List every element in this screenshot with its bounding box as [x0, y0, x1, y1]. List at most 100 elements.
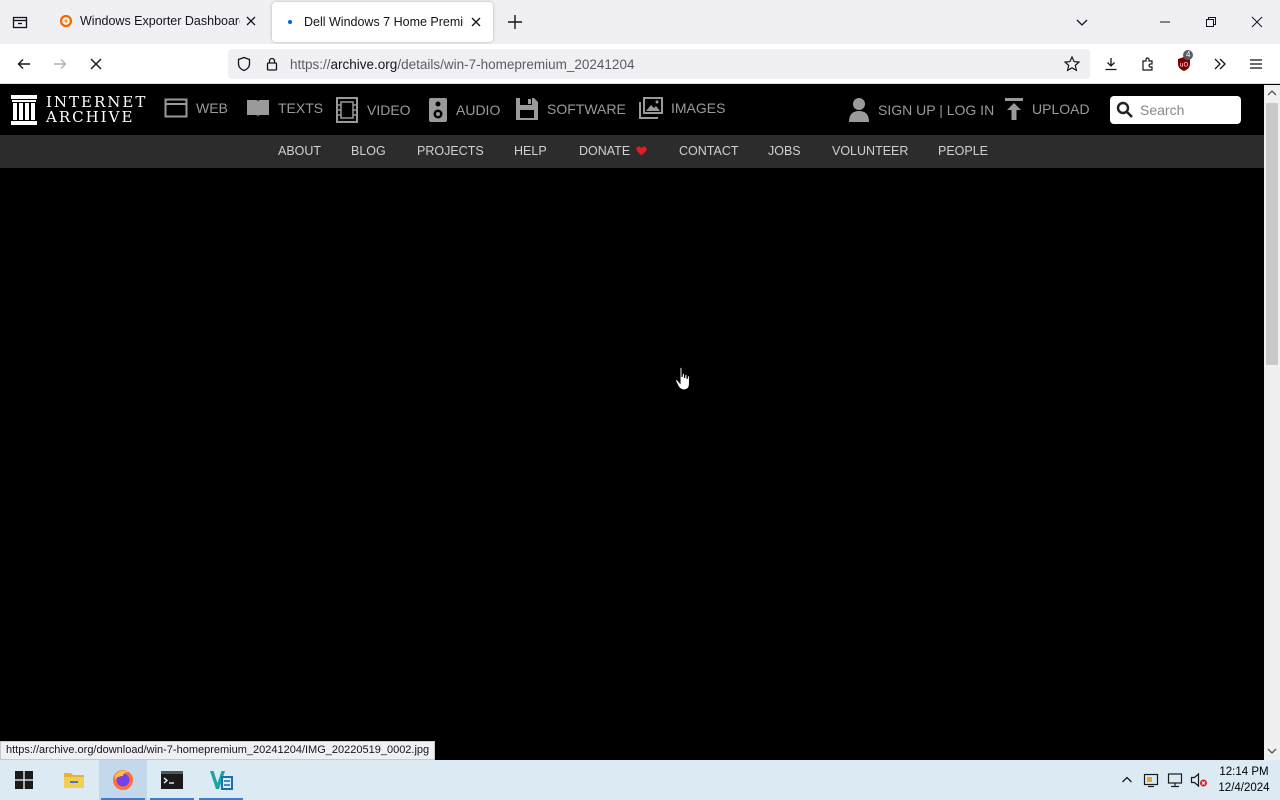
search-box[interactable] — [1110, 96, 1241, 124]
floppy-disk-icon — [516, 98, 538, 120]
back-arrow-icon — [17, 59, 30, 69]
scroll-down-arrow-icon[interactable] — [1267, 746, 1277, 756]
nav-volunteer[interactable]: VOLUNTEER — [832, 144, 908, 158]
volume-muted-icon — [1190, 772, 1207, 788]
more-tools-button[interactable] — [1208, 52, 1232, 76]
url-scheme: https:// — [290, 57, 331, 72]
scroll-up-arrow-icon[interactable] — [1267, 88, 1277, 98]
stop-icon — [90, 58, 102, 70]
forward-button[interactable] — [48, 52, 72, 76]
extensions-button[interactable] — [1136, 52, 1160, 76]
browser-tab-strip: Windows Exporter Dashboard 2 Dell Window… — [0, 0, 1280, 44]
sign-up-log-in-label: SIGN UP | LOG IN — [878, 102, 995, 118]
grafana-icon — [58, 13, 74, 29]
show-hidden-icons-button[interactable] — [1117, 770, 1137, 790]
address-bar[interactable]: https://archive.org/details/win-7-homepr… — [228, 49, 1090, 79]
file-explorer-icon — [64, 773, 84, 788]
nav-video-label: VIDEO — [367, 102, 411, 118]
lock-icon[interactable] — [264, 56, 280, 72]
media-viewer-area[interactable] — [0, 168, 1264, 760]
scrollbar-thumb[interactable] — [1266, 103, 1278, 365]
taskbar-terminal[interactable] — [148, 760, 196, 800]
nav-donate-label: DONATE — [579, 144, 631, 158]
sign-up-log-in-link[interactable]: SIGN UP | LOG IN — [848, 97, 994, 123]
loading-dot-icon — [282, 14, 298, 30]
tray-app-icon — [1143, 773, 1159, 788]
nav-about[interactable]: ABOUT — [278, 144, 321, 158]
nav-video[interactable]: VIDEO — [335, 97, 411, 123]
puzzle-piece-icon — [1142, 57, 1153, 71]
link-status-bar: https://archive.org/download/win-7-homep… — [0, 741, 436, 760]
forward-arrow-icon — [54, 59, 67, 69]
upload-link[interactable]: UPLOAD — [1004, 97, 1090, 121]
app-menu-button[interactable] — [1244, 52, 1268, 76]
search-input[interactable] — [1140, 102, 1236, 118]
tray-notification[interactable] — [1141, 770, 1161, 790]
nav-contact[interactable]: CONTACT — [679, 144, 739, 158]
new-tab-icon[interactable] — [504, 11, 526, 33]
ia-logo[interactable]: INTERNET ARCHIVE — [10, 94, 147, 126]
system-clock[interactable]: 12:14 PM 12/4/2024 — [1212, 764, 1276, 796]
start-button[interactable] — [0, 760, 48, 800]
close-tab-icon[interactable] — [469, 15, 483, 29]
nav-blog[interactable]: BLOG — [351, 144, 386, 158]
nav-texts-label: TEXTS — [278, 100, 324, 116]
back-button[interactable] — [12, 52, 36, 76]
tray-network[interactable] — [1165, 770, 1185, 790]
bookmark-star-icon[interactable] — [1063, 55, 1081, 73]
hand-cursor-icon — [674, 366, 691, 391]
nav-images-label: IMAGES — [671, 100, 726, 116]
nav-help[interactable]: HELP — [514, 144, 547, 158]
double-chevron-right-icon — [1214, 58, 1226, 70]
nav-software-label: SOFTWARE — [547, 101, 626, 117]
tray-volume[interactable] — [1189, 770, 1209, 790]
taskbar-app[interactable] — [197, 760, 245, 800]
tab-windows-exporter[interactable]: Windows Exporter Dashboard 2 — [48, 0, 268, 42]
nav-people[interactable]: PEOPLE — [938, 144, 988, 158]
nav-donate[interactable]: DONATE — [579, 144, 647, 158]
minimize-icon — [1160, 21, 1170, 23]
nav-jobs[interactable]: JOBS — [768, 144, 801, 158]
windows-start-icon — [15, 771, 33, 789]
ia-secondary-nav: ABOUT BLOG PROJECTS HELP DONATE CONTACT … — [0, 135, 1264, 168]
clock-time: 12:14 PM — [1219, 766, 1269, 778]
nav-web-label: WEB — [196, 100, 228, 116]
terminal-icon — [161, 771, 183, 789]
minimize-button[interactable] — [1155, 12, 1175, 32]
tab-list-button[interactable] — [6, 10, 34, 34]
network-monitor-icon — [1167, 773, 1183, 788]
downloads-button[interactable] — [1099, 52, 1123, 76]
hamburger-menu-icon — [1250, 59, 1262, 69]
stop-button[interactable] — [84, 52, 108, 76]
film-strip-icon — [336, 97, 358, 123]
nav-images[interactable]: IMAGES — [639, 97, 725, 119]
url-text[interactable]: https://archive.org/details/win-7-homepr… — [290, 57, 634, 72]
page-scrollbar[interactable] — [1264, 85, 1280, 760]
nav-audio[interactable]: AUDIO — [428, 97, 500, 123]
close-window-button[interactable] — [1247, 12, 1267, 32]
nav-projects[interactable]: PROJECTS — [417, 144, 484, 158]
taskbar-file-explorer[interactable] — [50, 760, 98, 800]
screen: Windows Exporter Dashboard 2 Dell Window… — [0, 0, 1280, 800]
url-path: /details/win-7-homepremium_20241204 — [397, 57, 635, 72]
logo-line-2: ARCHIVE — [46, 108, 135, 126]
image-icon — [639, 97, 663, 119]
upload-arrow-icon — [1005, 98, 1023, 120]
tracking-protection-shield-icon[interactable] — [236, 56, 252, 72]
tab-title: Windows Exporter Dashboard 2 — [80, 14, 240, 28]
restore-button[interactable] — [1201, 12, 1221, 32]
close-icon — [1251, 16, 1263, 28]
url-host: archive.org — [330, 57, 398, 72]
nav-web[interactable]: WEB — [164, 97, 228, 119]
taskbar-firefox[interactable] — [99, 760, 147, 800]
list-all-tabs-button[interactable] — [1072, 12, 1092, 32]
nav-software[interactable]: SOFTWARE — [515, 97, 626, 121]
search-icon — [1116, 101, 1133, 118]
tab-title: Dell Windows 7 Home Premium — [304, 15, 464, 29]
book-icon — [247, 100, 269, 117]
tab-dell-windows-7[interactable]: Dell Windows 7 Home Premium — [272, 2, 493, 42]
close-tab-icon[interactable] — [244, 14, 258, 28]
browser-nav-toolbar: https://archive.org/details/win-7-homepr… — [0, 44, 1280, 84]
user-icon — [849, 98, 869, 122]
nav-texts[interactable]: TEXTS — [246, 97, 323, 119]
